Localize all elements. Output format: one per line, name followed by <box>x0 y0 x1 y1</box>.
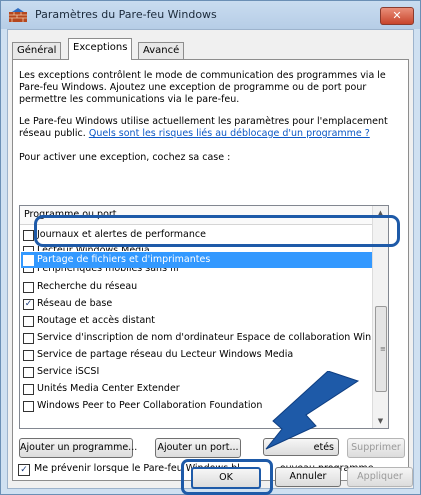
scroll-thumb[interactable]: ≡ <box>375 306 387 392</box>
add-port-button[interactable]: Ajouter un port... <box>155 438 241 458</box>
exception-checkbox[interactable] <box>23 333 34 344</box>
tab-general[interactable]: Général <box>12 42 62 59</box>
scroll-up-arrow-icon[interactable]: ▲ <box>373 206 388 220</box>
list-item[interactable]: Routage et accès distant <box>21 313 373 329</box>
exception-checkbox[interactable] <box>23 316 34 327</box>
scroll-down-arrow-icon[interactable]: ▼ <box>373 414 388 428</box>
exception-checkbox[interactable] <box>23 350 34 361</box>
window-title: Paramètres du Pare-feu Windows <box>35 8 217 21</box>
exception-checkbox[interactable] <box>23 367 34 378</box>
exception-checkbox-checked[interactable]: ✓ <box>23 299 34 310</box>
list-item-selected[interactable]: Partage de fichiers et d'imprimantes <box>21 252 373 268</box>
intro-text: Les exceptions contrôlent le mode de com… <box>19 70 386 105</box>
exception-checkbox[interactable] <box>23 230 34 241</box>
list-item[interactable]: Journaux et alertes de performance <box>21 227 373 243</box>
list-item[interactable]: ✓ Réseau de base <box>21 296 373 312</box>
close-icon: ✕ <box>392 9 402 22</box>
title-bar: Paramètres du Pare-feu Windows ✕ <box>1 1 420 29</box>
list-item[interactable]: Service d'inscription de nom d'ordinateu… <box>21 330 373 346</box>
exception-checkbox[interactable] <box>23 246 34 251</box>
list-column-header[interactable]: Programme ou port <box>20 206 377 225</box>
list-item[interactable]: Périphériques mobiles sans fil <box>21 268 373 277</box>
arrow-pointer-icon <box>265 371 360 450</box>
instruction-text: Pour activer une exception, cochez sa ca… <box>19 152 231 163</box>
exception-checkbox[interactable] <box>23 255 34 266</box>
firewall-brick-icon <box>9 8 27 22</box>
ok-highlight-frame <box>181 459 273 495</box>
list-scrollbar[interactable]: ▲ ≡ ▼ <box>372 206 388 428</box>
exception-checkbox[interactable] <box>23 268 34 273</box>
cancel-button[interactable]: Annuler <box>275 467 341 487</box>
apply-button[interactable]: Appliquer <box>347 467 413 487</box>
list-item[interactable]: Lecteur Windows Media <box>21 243 373 251</box>
network-text-block: Le Pare-feu Windows utilise actuellement… <box>19 116 399 140</box>
list-item[interactable]: Service de partage réseau du Lecteur Win… <box>21 347 373 363</box>
tab-exceptions[interactable]: Exceptions <box>68 38 133 60</box>
exception-checkbox[interactable] <box>23 282 34 293</box>
grip-icon: ≡ <box>380 345 386 353</box>
notify-checkbox-checked[interactable]: ✓ <box>18 464 30 476</box>
exception-checkbox[interactable] <box>23 401 34 412</box>
list-item[interactable]: Recherche du réseau <box>21 279 373 295</box>
close-button[interactable]: ✕ <box>380 7 414 25</box>
add-program-button[interactable]: Ajouter un programme... <box>19 438 137 458</box>
risks-help-link[interactable]: Quels sont les risques liés au déblocage… <box>89 128 370 139</box>
tab-advanced[interactable]: Avancé <box>138 42 185 59</box>
exception-checkbox[interactable] <box>23 384 34 395</box>
